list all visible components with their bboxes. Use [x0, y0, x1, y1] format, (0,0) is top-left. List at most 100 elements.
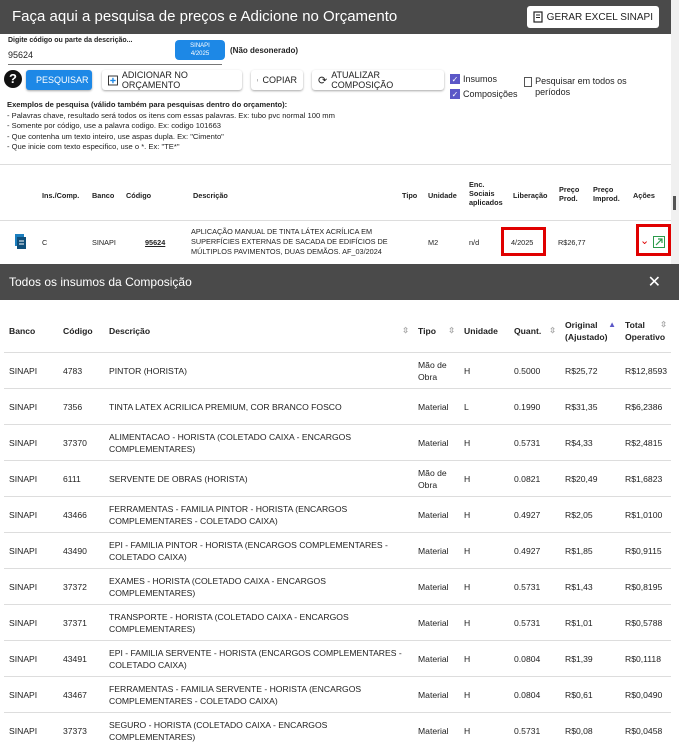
header-label: (Ajustado): [565, 332, 608, 342]
sinapi-pill-label: SINAPI: [175, 42, 225, 50]
checkbox-icon: [524, 77, 532, 87]
cell-tipo: Material: [413, 713, 459, 748]
desc-line: COMPLEMENTARES): [109, 731, 413, 743]
composicoes-label: Composições: [463, 89, 518, 99]
table-row[interactable]: SINAPI43467FERRAMENTAS - FAMILIA SERVENT…: [4, 677, 671, 713]
col-unidade[interactable]: Unidade: [459, 310, 509, 353]
cell-tipo: Material: [413, 569, 459, 605]
tipo-line: Obra: [418, 371, 459, 383]
col-codigo[interactable]: Código: [58, 310, 104, 353]
col-codigo[interactable]: Código: [126, 191, 151, 200]
adicionar-label: ADICIONAR NO ORÇAMENTO: [122, 70, 236, 90]
result-codigo-link[interactable]: 95624: [145, 238, 165, 248]
sort-icon: ⇳: [448, 326, 455, 335]
copiar-button[interactable]: COPIAR: [251, 70, 303, 90]
desc-line: ALIMENTACAO - HORISTA (COLETADO CAIXA - …: [109, 431, 413, 443]
col-original[interactable]: ▲Original(Ajustado): [560, 310, 620, 353]
cell-tipo: Material: [413, 533, 459, 569]
table-row[interactable]: SINAPI43466FERRAMENTAS - FAMILIA PINTOR …: [4, 497, 671, 533]
cell-original: R$0,61: [560, 677, 620, 713]
desc-line: SEGURO - HORISTA (COLETADO CAIXA - ENCAR…: [109, 719, 413, 731]
cell-descricao: EPI - FAMILIA SERVENTE - HORISTA (ENCARG…: [104, 641, 413, 677]
pesquisar-button[interactable]: PESQUISAR: [26, 70, 92, 90]
example-line: - Somente por código, use a palavra codi…: [7, 121, 335, 132]
desc-line: EPI - FAMILIA SERVENTE - HORISTA (ENCARG…: [109, 647, 413, 659]
col-preco-prod[interactable]: Preço Prod.: [559, 185, 579, 203]
document-icon: [533, 11, 543, 23]
col-preco-improd[interactable]: Preço Improd.: [593, 185, 620, 203]
sort-icon: ⇳: [660, 319, 667, 331]
table-header-row: Banco Código Descrição⇳ Tipo⇳ Unidade Qu…: [4, 310, 671, 353]
desc-line: TINTA LATEX ACRILICA PREMIUM, COR BRANCO…: [109, 401, 413, 413]
cell-original: R$1,01: [560, 605, 620, 641]
cell-banco: SINAPI: [4, 461, 58, 497]
search-input[interactable]: 95624: [8, 50, 33, 60]
cell-original: R$25,72: [560, 353, 620, 389]
example-line: - Palavras chave, resultado será todos o…: [7, 111, 335, 122]
cell-codigo: 43466: [58, 497, 104, 533]
adicionar-orcamento-button[interactable]: ADICIONAR NO ORÇAMENTO: [102, 70, 242, 90]
cell-quant: 0.5731: [509, 425, 560, 461]
cell-quant: 0.5731: [509, 569, 560, 605]
col-quant[interactable]: Quant.⇳: [509, 310, 560, 353]
cell-total: R$12,8593: [620, 353, 671, 389]
header-label: Quant.: [514, 326, 541, 336]
cell-original: R$2,05: [560, 497, 620, 533]
result-enc: n/d: [469, 238, 479, 248]
header-label: Operativo: [625, 332, 665, 342]
table-row[interactable]: SINAPI4783PINTOR (HORISTA)Mão deObraH0.5…: [4, 353, 671, 389]
cell-total: R$1,6823: [620, 461, 671, 497]
todos-periodos-label: Pesquisar em todos os períodos: [535, 76, 634, 98]
sinapi-period-button[interactable]: SINAPI 4/2025: [175, 40, 225, 60]
cell-descricao: EPI - FAMILIA PINTOR - HORISTA (ENCARGOS…: [104, 533, 413, 569]
col-enc-sociais[interactable]: Enc. Sociais aplicados: [469, 180, 503, 207]
col-banco[interactable]: Banco: [92, 191, 114, 200]
cell-descricao: SEGURO - HORISTA (COLETADO CAIXA - ENCAR…: [104, 713, 413, 748]
table-row[interactable]: SINAPI7356TINTA LATEX ACRILICA PREMIUM, …: [4, 389, 671, 425]
table-row[interactable]: SINAPI37370ALIMENTACAO - HORISTA (COLETA…: [4, 425, 671, 461]
col-ins-comp[interactable]: Ins./Comp.: [42, 191, 79, 200]
table-row[interactable]: SINAPI37372EXAMES - HORISTA (COLETADO CA…: [4, 569, 671, 605]
insumos-checkbox[interactable]: ✓ Insumos: [450, 74, 497, 84]
scrollbar[interactable]: [671, 0, 679, 264]
col-descricao[interactable]: Descrição⇳: [104, 310, 413, 353]
result-ins-comp: C: [42, 238, 47, 248]
cell-banco: SINAPI: [4, 713, 58, 748]
excel-sinapi-button[interactable]: GERAR EXCEL SINAPI: [527, 6, 659, 28]
cell-tipo: Material: [413, 425, 459, 461]
col-total[interactable]: ⇳TotalOperativo: [620, 310, 671, 353]
col-preco-line: Preço: [559, 185, 579, 194]
close-icon[interactable]: ✕: [648, 272, 661, 292]
composition-icon[interactable]: [14, 233, 27, 250]
tipo-line: Material: [418, 509, 459, 521]
cell-quant: 0.0804: [509, 677, 560, 713]
col-unidade[interactable]: Unidade: [428, 191, 457, 200]
table-row[interactable]: SINAPI37373SEGURO - HORISTA (COLETADO CA…: [4, 713, 671, 748]
help-icon[interactable]: ?: [4, 70, 22, 88]
cell-quant: 0.5731: [509, 605, 560, 641]
desc-line: COMPLEMENTARES - COLETADO CAIXA): [109, 515, 413, 527]
scrollbar-thumb[interactable]: [673, 196, 676, 210]
desc-line: COMPLEMENTARES): [109, 623, 413, 635]
col-descricao[interactable]: Descrição: [193, 191, 228, 200]
search-examples: Exemplos de pesquisa (válido também para…: [7, 100, 335, 153]
cell-unidade: H: [459, 641, 509, 677]
cell-unidade: H: [459, 425, 509, 461]
cell-codigo: 43491: [58, 641, 104, 677]
table-row[interactable]: SINAPI37371TRANSPORTE - HORISTA (COLETAD…: [4, 605, 671, 641]
col-enc-line: aplicados: [469, 198, 503, 207]
cell-unidade: H: [459, 353, 509, 389]
atualizar-composicao-button[interactable]: ⟳ ATUALIZAR COMPOSIÇÃO: [312, 70, 444, 90]
col-tipo[interactable]: Tipo⇳: [413, 310, 459, 353]
insumos-label: Insumos: [463, 74, 497, 84]
atualizar-label: ATUALIZAR COMPOSIÇÃO: [331, 70, 438, 90]
table-row[interactable]: SINAPI6111SERVENTE DE OBRAS (HORISTA)Mão…: [4, 461, 671, 497]
composicoes-checkbox[interactable]: ✓ Composições: [450, 89, 518, 99]
col-banco[interactable]: Banco: [4, 310, 58, 353]
col-tipo[interactable]: Tipo: [402, 191, 417, 200]
table-row[interactable]: SINAPI43490EPI - FAMILIA PINTOR - HORIST…: [4, 533, 671, 569]
col-liberacao[interactable]: Liberação: [513, 191, 547, 200]
todos-periodos-checkbox[interactable]: Pesquisar em todos os períodos: [524, 76, 634, 98]
divider: [0, 164, 671, 165]
table-row[interactable]: SINAPI43491EPI - FAMILIA SERVENTE - HORI…: [4, 641, 671, 677]
